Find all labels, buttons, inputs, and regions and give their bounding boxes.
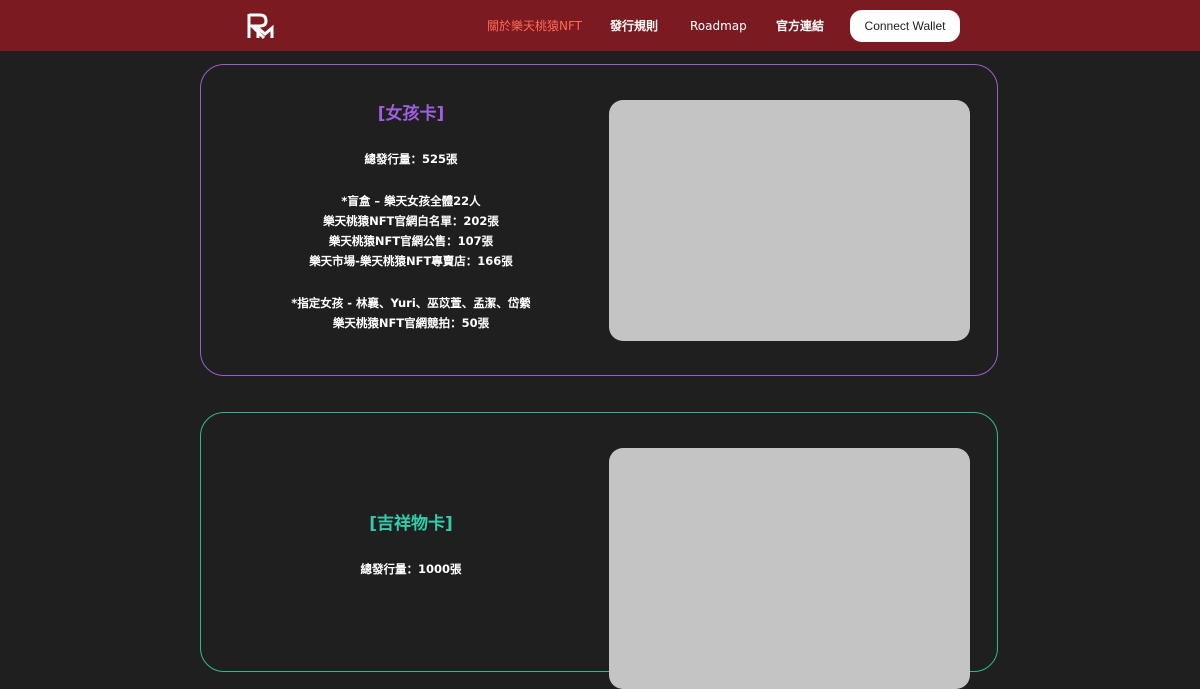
rm-logo-icon[interactable]: [246, 12, 276, 40]
mascot-card-details: 總發行量：1000張: [201, 559, 621, 579]
nav-issuance-rules[interactable]: 發行規則: [610, 0, 658, 51]
mascot-card-panel: [吉祥物卡] 總發行量：1000張: [200, 412, 998, 689]
girl-card-image-placeholder: [609, 100, 970, 341]
designated-girls-auction: 樂天桃猿NFT官網競拍：50張: [332, 316, 490, 330]
blind-box-line-rakuten-store: 樂天市場-樂天桃猿NFT專賣店：166張: [309, 254, 513, 268]
blind-box-heading: *盲盒 – 樂天女孩全體22人: [341, 194, 481, 208]
top-navigation-bar: 關於樂天桃猿NFT 發行規則 Roadmap 官方連結 Connect Wall…: [0, 0, 1200, 51]
blind-box-line-public-sale: 樂天桃猿NFT官網公售：107張: [328, 234, 494, 248]
mascot-card-total-issuance: 總發行量：1000張: [360, 562, 462, 576]
mascot-card-title: [吉祥物卡]: [369, 514, 453, 534]
nav-about[interactable]: 關於樂天桃猿NFT: [487, 0, 582, 51]
girl-card-total-issuance: 總發行量：525張: [364, 152, 458, 166]
connect-wallet-button[interactable]: Connect Wallet: [850, 10, 960, 42]
blind-box-line-whitelist: 樂天桃猿NFT官網白名單：202張: [323, 214, 499, 228]
girl-card-details: 總發行量：525張 *盲盒 – 樂天女孩全體22人 樂天桃猿NFT官網白名單：2…: [201, 149, 621, 333]
girl-card-title: [女孩卡]: [377, 104, 445, 124]
nav-official-links[interactable]: 官方連結: [776, 0, 824, 51]
nav-roadmap[interactable]: Roadmap: [690, 0, 747, 51]
girl-card-panel: [女孩卡] 總發行量：525張 *盲盒 – 樂天女孩全體22人 樂天桃猿NFT官…: [200, 64, 998, 376]
mascot-card-image-placeholder: [609, 448, 970, 689]
designated-girls-heading: *指定女孩 - 林襄、Yuri、巫苡萱、孟潔、岱縈: [291, 296, 531, 310]
